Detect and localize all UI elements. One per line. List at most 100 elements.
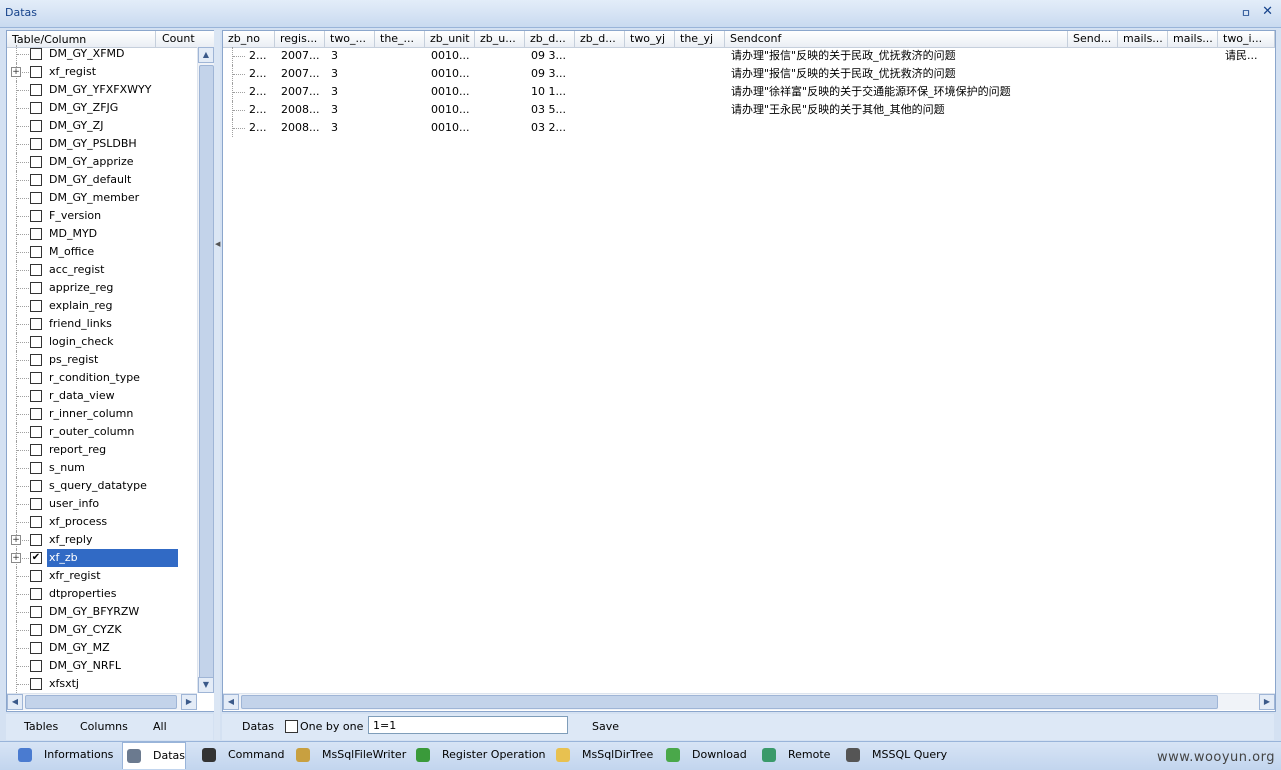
table-cell[interactable]: 2007... xyxy=(281,65,319,83)
tree-item[interactable]: r_outer_column xyxy=(7,423,197,441)
grid-horizontal-scrollbar[interactable]: ◀ ▶ xyxy=(223,693,1275,710)
table-cell[interactable]: 请办理"报信"反映的关于民政_优抚救济的问题 xyxy=(731,65,956,83)
tree-item[interactable]: + xf_reply xyxy=(7,531,197,549)
table-cell[interactable]: 09 3... xyxy=(531,47,566,65)
grid-column-header[interactable]: Send... xyxy=(1068,31,1118,47)
scroll-right-icon[interactable]: ▶ xyxy=(1259,694,1275,710)
bottom-tab[interactable]: Command xyxy=(198,742,285,768)
tree-item-checkbox[interactable] xyxy=(30,210,42,222)
table-cell[interactable]: 2007... xyxy=(281,47,319,65)
table-cell[interactable]: 2... xyxy=(249,47,267,65)
tree-item[interactable]: + ✔ xf_zb xyxy=(7,549,197,567)
table-cell[interactable]: 0010... xyxy=(431,119,469,137)
table-cell[interactable]: 3 xyxy=(331,65,338,83)
tree-item-checkbox[interactable] xyxy=(30,102,42,114)
tree-item-checkbox[interactable] xyxy=(30,156,42,168)
table-cell[interactable]: 3 xyxy=(331,83,338,101)
pin-icon[interactable]: ㅁ xyxy=(1241,5,1251,21)
tree-item[interactable]: acc_regist xyxy=(7,261,197,279)
table-cell[interactable]: 0010... xyxy=(431,65,469,83)
table-cell[interactable]: 03 5... xyxy=(531,101,566,119)
tree-item-label[interactable]: DM_GY_MZ xyxy=(49,639,110,657)
grid-column-header[interactable]: zb_unit xyxy=(425,31,475,47)
tree-item[interactable]: DM_GY_ZFJG xyxy=(7,99,197,117)
table-row[interactable]: 2... 2007... 3 0010... 09 3... 请办理"报信"反映的关于民政… xyxy=(223,65,1275,83)
table-cell[interactable]: 09 3... xyxy=(531,65,566,83)
tree-item-label[interactable]: apprize_reg xyxy=(49,279,113,297)
tree-item[interactable]: apprize_reg xyxy=(7,279,197,297)
grid-column-header[interactable]: two_... xyxy=(325,31,375,47)
grid-column-header[interactable]: mails... xyxy=(1168,31,1218,47)
table-cell[interactable]: 0010... xyxy=(431,101,469,119)
tree-item-label[interactable]: explain_reg xyxy=(49,297,112,315)
tree-item-label[interactable]: ps_regist xyxy=(49,351,98,369)
table-cell[interactable]: 2... xyxy=(249,83,267,101)
tree-item[interactable]: s_query_datatype xyxy=(7,477,197,495)
tree-item-label[interactable]: friend_links xyxy=(49,315,112,333)
tree-item-checkbox[interactable] xyxy=(30,426,42,438)
tree-item-label[interactable]: MD_MYD xyxy=(49,225,97,243)
tree-item[interactable]: ps_regist xyxy=(7,351,197,369)
tree-item-checkbox[interactable] xyxy=(30,534,42,546)
tree-item[interactable]: DM_GY_YFXFXWYY xyxy=(7,81,197,99)
bottom-tab[interactable]: Register Operation xyxy=(412,742,546,768)
save-button[interactable]: Save xyxy=(592,720,619,733)
tab-all[interactable]: All xyxy=(153,720,167,733)
tree-item[interactable]: DM_GY_MZ xyxy=(7,639,197,657)
table-cell[interactable]: 请民... xyxy=(1225,47,1258,65)
table-cell[interactable]: 3 xyxy=(331,101,338,119)
tree-item-label[interactable]: r_outer_column xyxy=(49,423,134,441)
tree-item[interactable]: DM_GY_CYZK xyxy=(7,621,197,639)
table-cell[interactable]: 请办理"报信"反映的关于民政_优抚救济的问题 xyxy=(731,47,956,65)
tree-item-checkbox[interactable] xyxy=(30,606,42,618)
tree-item-label[interactable]: DM_GY_NRFL xyxy=(49,657,121,675)
table-cell[interactable]: 0010... xyxy=(431,47,469,65)
tree-item-checkbox[interactable] xyxy=(30,174,42,186)
tree-item-checkbox[interactable] xyxy=(30,480,42,492)
tree-item[interactable]: report_reg xyxy=(7,441,197,459)
filter-input[interactable] xyxy=(368,716,568,734)
tree-item[interactable]: xfsxtj xyxy=(7,675,197,693)
tree-item-label[interactable]: DM_GY_YFXFXWYY xyxy=(49,81,151,99)
tree-item[interactable]: r_condition_type xyxy=(7,369,197,387)
bottom-tab[interactable]: MsSqlFileWriter xyxy=(292,742,406,768)
bottom-tab[interactable]: Datas xyxy=(122,742,186,769)
tree-item-checkbox[interactable] xyxy=(30,300,42,312)
tree-item[interactable]: MD_MYD xyxy=(7,225,197,243)
tree-item-label[interactable]: DM_GY_apprize xyxy=(49,153,133,171)
tree-item[interactable]: dtproperties xyxy=(7,585,197,603)
tree-item-checkbox[interactable] xyxy=(30,246,42,258)
tree-item[interactable]: DM_GY_apprize xyxy=(7,153,197,171)
tree-item-label[interactable]: xf_zb xyxy=(47,549,178,567)
table-row[interactable]: 2... 2007... 3 0010... 10 1... 请办理"徐祥富"反映的关于交… xyxy=(223,83,1275,101)
scroll-thumb[interactable] xyxy=(25,695,177,709)
tree-item-checkbox[interactable] xyxy=(30,354,42,366)
tree-item-checkbox[interactable] xyxy=(30,570,42,582)
table-row[interactable]: 2... 2008... 3 0010... 03 2... xyxy=(223,119,1275,137)
tree-item[interactable]: + xf_regist xyxy=(7,63,197,81)
close-icon[interactable]: ✕ xyxy=(1262,4,1273,19)
grid-column-header[interactable]: Sendconf xyxy=(725,31,1068,47)
scroll-thumb[interactable] xyxy=(241,695,1218,709)
tree-item-checkbox[interactable] xyxy=(30,120,42,132)
panel-splitter[interactable]: ◀ xyxy=(214,30,220,740)
table-cell[interactable]: 2... xyxy=(249,65,267,83)
bottom-tab[interactable]: Informations xyxy=(14,742,113,768)
grid-column-header[interactable]: the_yj xyxy=(675,31,725,47)
tree-item-label[interactable]: xf_regist xyxy=(49,63,96,81)
tree-item[interactable]: login_check xyxy=(7,333,197,351)
tree-item-label[interactable]: r_condition_type xyxy=(49,369,140,387)
table-cell[interactable]: 2008... xyxy=(281,119,319,137)
scroll-left-icon[interactable]: ◀ xyxy=(223,694,239,710)
table-cell[interactable]: 请办理"王永民"反映的关于其他_其他的问题 xyxy=(731,101,945,119)
table-cell[interactable]: 请办理"徐祥富"反映的关于交通能源环保_环境保护的问题 xyxy=(731,83,1011,101)
table-row[interactable]: 2... 2008... 3 0010... 03 5... 请办理"王永民"反映的关于其… xyxy=(223,101,1275,119)
tree-item-checkbox[interactable] xyxy=(30,408,42,420)
grid-column-header[interactable]: two_yj xyxy=(625,31,675,47)
tree-item-checkbox[interactable] xyxy=(30,678,42,690)
one-by-one-checkbox[interactable] xyxy=(285,720,298,733)
tree-item-checkbox[interactable] xyxy=(30,228,42,240)
tree-item-label[interactable]: s_query_datatype xyxy=(49,477,147,495)
tree-item[interactable]: DM_GY_default xyxy=(7,171,197,189)
table-cell[interactable]: 2007... xyxy=(281,83,319,101)
